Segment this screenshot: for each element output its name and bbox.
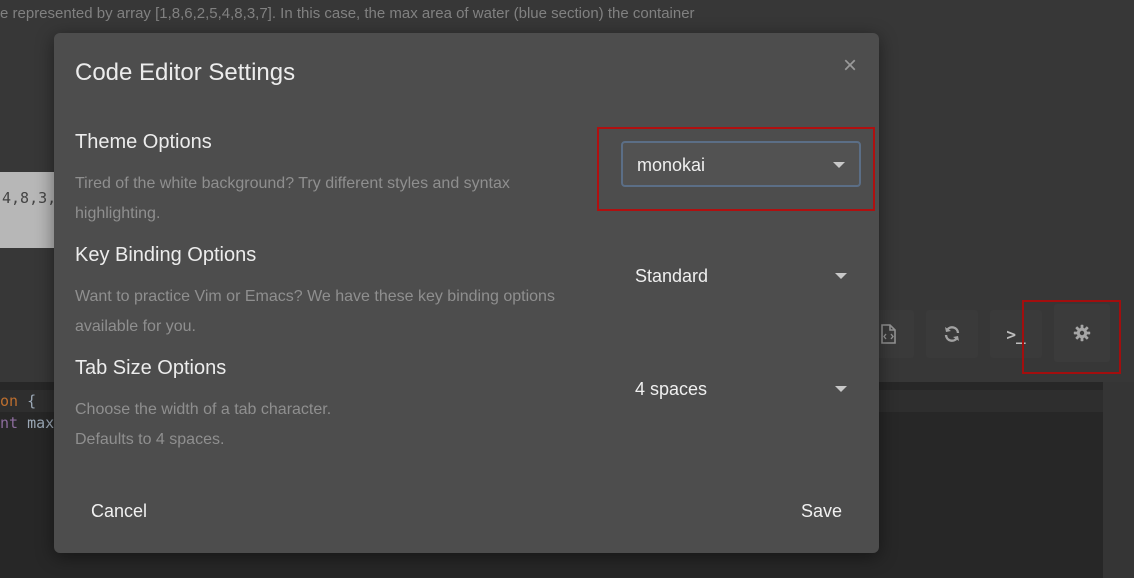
theme-option-title: Theme Options [75,131,212,153]
theme-option-description: Tired of the white background? Try diffe… [75,175,510,222]
tabsize-select[interactable]: 4 spaces [621,367,861,413]
keybinding-select[interactable]: Standard [621,254,861,300]
chevron-down-icon [835,386,847,392]
settings-dialog: Code Editor Settings × Theme Options Tir… [54,33,879,553]
close-button[interactable]: × [838,53,862,79]
cancel-button[interactable]: Cancel [75,491,163,531]
keybinding-option-title: Key Binding Options [75,244,257,266]
tabsize-description-line: Choose the width of a tab character. [75,401,332,418]
theme-highlight-box [597,127,875,211]
tabsize-option-description: Choose the width of a tab character. Def… [75,395,575,455]
chevron-down-icon [835,273,847,279]
tabsize-option-title: Tab Size Options [75,357,227,379]
close-icon: × [842,52,857,79]
keybinding-option-description: Want to practice Vim or Emacs? We have t… [75,288,555,335]
tabsize-description-line: Defaults to 4 spaces. [75,431,225,448]
dialog-title: Code Editor Settings [75,59,296,86]
tabsize-select-value: 4 spaces [635,379,708,399]
keybinding-select-value: Standard [635,266,709,286]
save-button[interactable]: Save [785,491,858,531]
